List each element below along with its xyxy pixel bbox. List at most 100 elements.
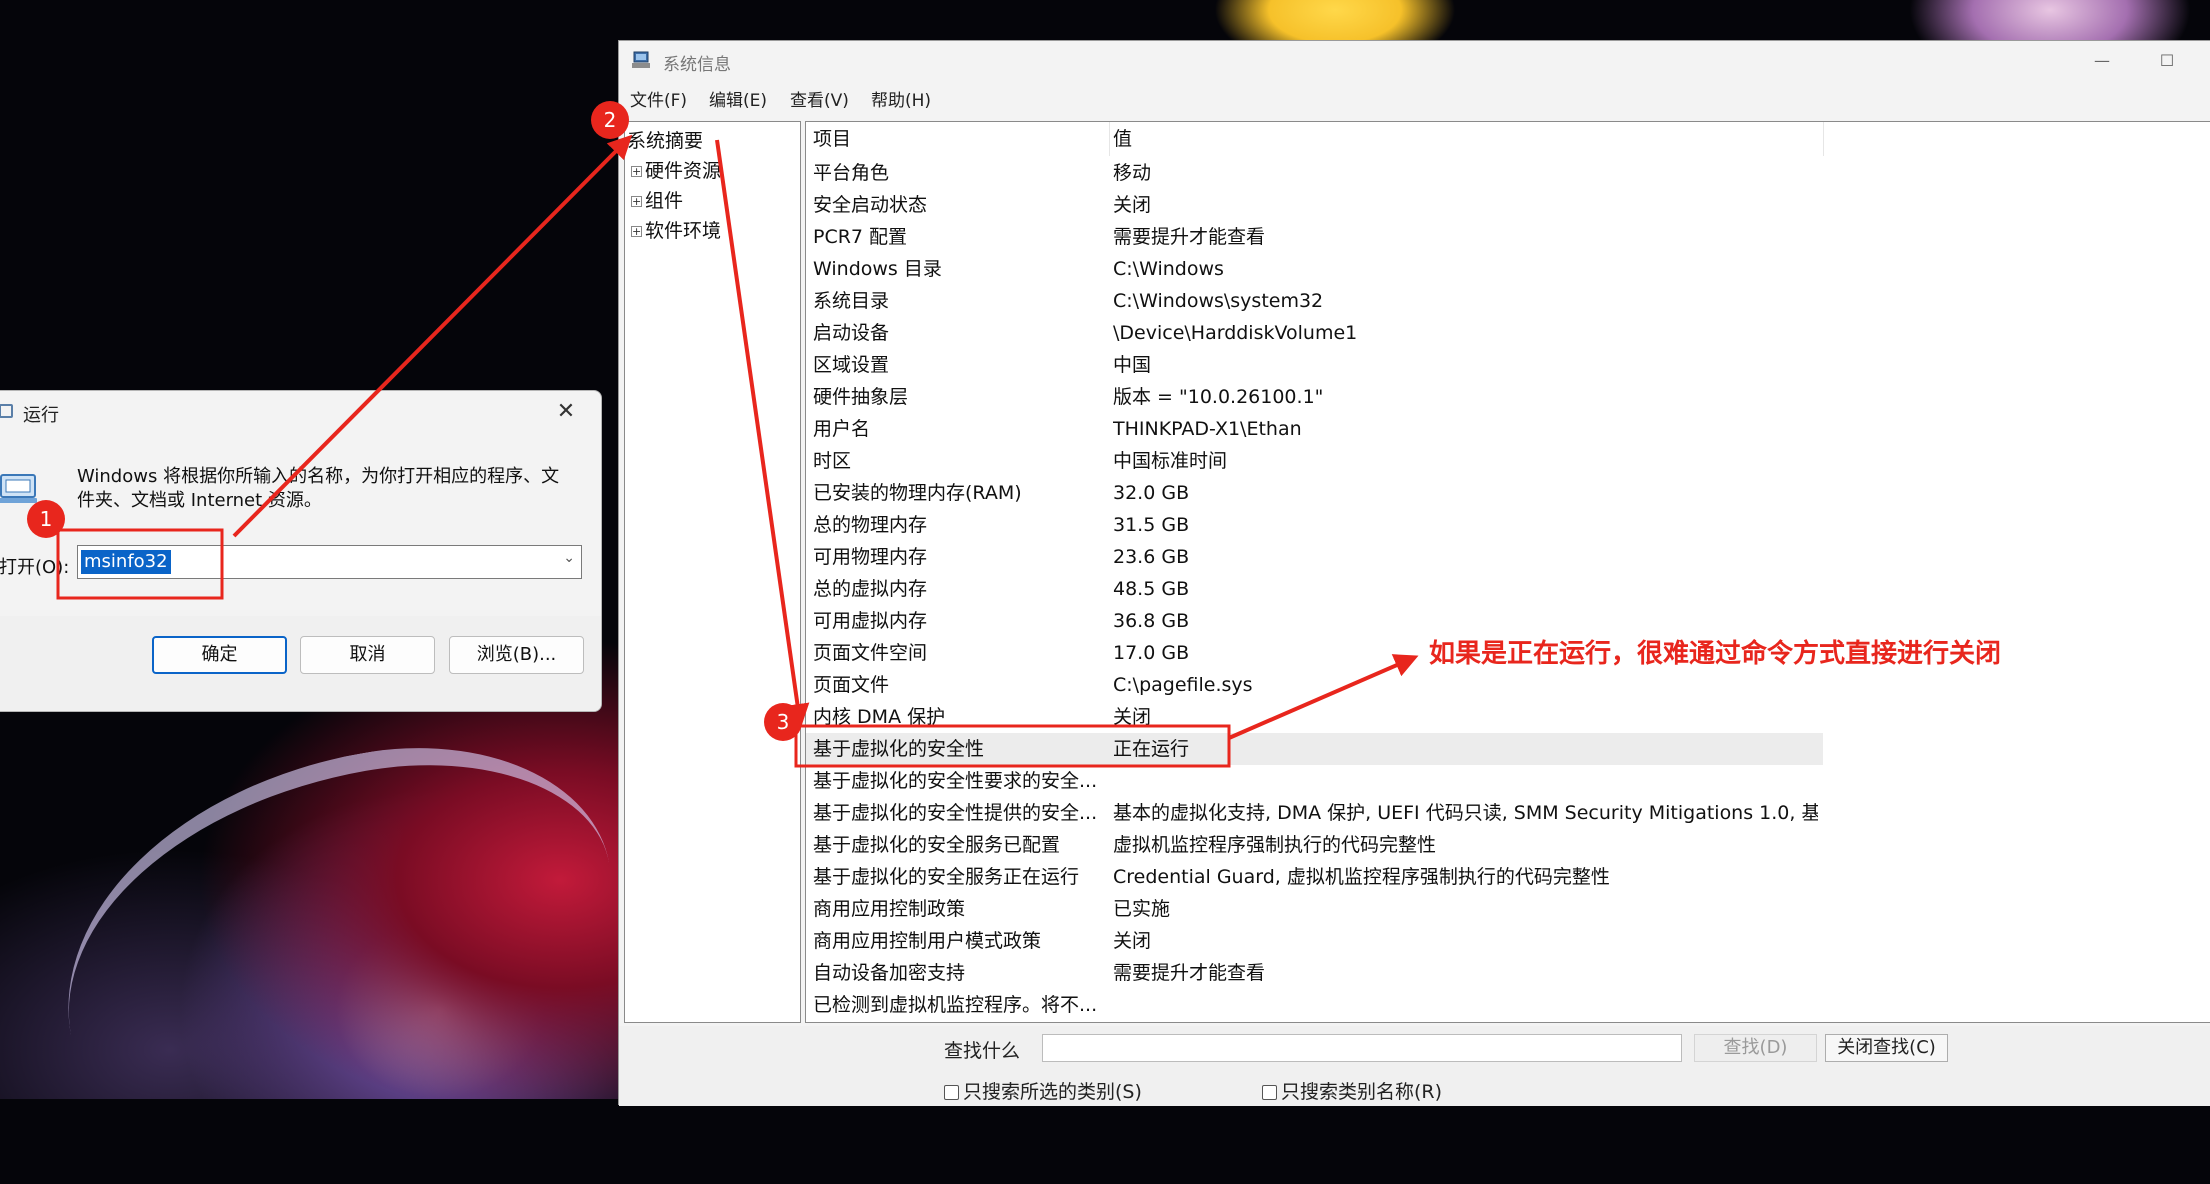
tree-item-hardware-resources[interactable]: + 硬件资源 xyxy=(631,156,721,183)
row-item-cell: 自动设备加密支持 xyxy=(813,962,966,984)
category-tree[interactable]: 系统摘要 + 硬件资源 + 组件 + 软件环境 xyxy=(624,121,801,1023)
row-item-cell: 系统目录 xyxy=(813,290,890,312)
run-command-input[interactable]: msinfo32 ⌄ xyxy=(77,545,582,579)
table-row[interactable]: 基于虚拟化的安全性要求的安全... xyxy=(806,765,1823,797)
row-item-cell: 平台角色 xyxy=(813,162,890,184)
expand-plus-icon[interactable]: + xyxy=(631,166,642,177)
row-value-cell: 版本 = "10.0.26100.1" xyxy=(1113,386,1324,408)
row-item-cell: 已安装的物理内存(RAM) xyxy=(813,482,1022,504)
table-row[interactable]: 基于虚拟化的安全服务已配置 虚拟机监控程序强制执行的代码完整性 xyxy=(806,829,1823,861)
row-value-cell: Credential Guard, 虚拟机监控程序强制执行的代码完整性 xyxy=(1113,866,1610,888)
tree-item-system-summary[interactable]: 系统摘要 xyxy=(627,126,703,153)
row-item-cell: 时区 xyxy=(813,450,852,472)
row-item-cell: 基于虚拟化的安全服务正在运行 xyxy=(813,866,1080,888)
row-value-cell: 31.5 GB xyxy=(1113,514,1190,536)
tree-item-software-environment[interactable]: + 软件环境 xyxy=(631,216,721,243)
table-row[interactable]: 页面文件 C:\pagefile.sys xyxy=(806,669,1823,701)
row-value-cell: \Device\HarddiskVolume1 xyxy=(1113,322,1358,344)
table-row[interactable]: 用户名 THINKPAD-X1\Ethan xyxy=(806,413,1823,445)
table-row[interactable]: 基于虚拟化的安全性提供的安全... 基本的虚拟化支持, DMA 保护, UEFI … xyxy=(806,797,1823,829)
system-info-app-icon xyxy=(632,51,650,68)
row-value-cell: C:\pagefile.sys xyxy=(1113,674,1253,696)
row-item-cell: 硬件抽象层 xyxy=(813,386,909,408)
find-what-input[interactable] xyxy=(1042,1034,1682,1062)
menu-help[interactable]: 帮助(H) xyxy=(871,86,931,111)
table-row[interactable]: 已检测到虚拟机监控程序。将不... xyxy=(806,989,1823,1021)
table-row[interactable]: 启动设备 \Device\HarddiskVolume1 xyxy=(806,317,1823,349)
column-divider[interactable] xyxy=(1823,122,1824,156)
minimize-button[interactable]: — xyxy=(2084,47,2120,75)
table-row[interactable]: Windows 目录 C:\Windows xyxy=(806,253,1823,285)
table-row[interactable]: 总的虚拟内存 48.5 GB xyxy=(806,573,1823,605)
table-row[interactable]: 已安装的物理内存(RAM) 32.0 GB xyxy=(806,477,1823,509)
title-bar[interactable]: 系统信息 — ☐ xyxy=(619,41,2210,81)
checkbox-box[interactable] xyxy=(1262,1085,1277,1100)
close-find-button[interactable]: 关闭查找(C) xyxy=(1825,1034,1948,1062)
search-selected-category-checkbox[interactable]: 只搜索所选的类别(S) xyxy=(944,1077,1142,1104)
row-item-cell: 商用应用控制政策 xyxy=(813,898,966,920)
details-list[interactable]: 项目 值 平台角色 移动 安全启动状态 关闭 PCR7 配置 需要提升才能查看 Window… xyxy=(805,121,2210,1023)
table-row[interactable]: 可用物理内存 23.6 GB xyxy=(806,541,1823,573)
expand-plus-icon[interactable]: + xyxy=(631,196,642,207)
row-value-cell: 关闭 xyxy=(1113,930,1152,952)
row-value-cell: 基本的虚拟化支持, DMA 保护, UEFI 代码只读, SMM Securit… xyxy=(1113,802,1818,824)
table-row[interactable]: PCR7 配置 需要提升才能查看 xyxy=(806,221,1823,253)
table-row[interactable]: 商用应用控制用户模式政策 关闭 xyxy=(806,925,1823,957)
table-row[interactable]: 内核 DMA 保护 关闭 xyxy=(806,701,1823,733)
run-title-icon xyxy=(0,404,13,418)
row-value-cell: 需要提升才能查看 xyxy=(1113,962,1266,984)
row-item-cell: 可用物理内存 xyxy=(813,546,928,568)
table-row[interactable]: 基于虚拟化的安全服务正在运行 Credential Guard, 虚拟机监控程序强… xyxy=(806,861,1823,893)
find-button[interactable]: 查找(D) xyxy=(1694,1034,1817,1062)
find-bar: 查找什么 查找(D) 关闭查找(C) 只搜索所选的类别(S) 只搜索类别名称(R… xyxy=(619,1026,2210,1106)
column-header-value[interactable]: 值 xyxy=(1106,122,1824,156)
row-item-cell: 页面文件空间 xyxy=(813,642,928,664)
row-value-cell: 23.6 GB xyxy=(1113,546,1190,568)
row-value-cell: 中国 xyxy=(1113,354,1152,376)
table-row[interactable]: 总的物理内存 31.5 GB xyxy=(806,509,1823,541)
menu-file[interactable]: 文件(F) xyxy=(630,86,687,111)
checkbox-box[interactable] xyxy=(944,1085,959,1100)
close-icon[interactable]: ✕ xyxy=(546,395,586,429)
table-row[interactable]: 区域设置 中国 xyxy=(806,349,1823,381)
tree-item-label: 系统摘要 xyxy=(627,130,704,152)
run-command-text[interactable]: msinfo32 xyxy=(81,550,171,574)
run-program-icon xyxy=(0,474,37,503)
row-item-cell: 页面文件 xyxy=(813,674,890,696)
row-value-cell: 移动 xyxy=(1113,162,1152,184)
column-header-item[interactable]: 项目 xyxy=(806,122,1109,156)
table-row[interactable]: 硬件抽象层 版本 = "10.0.26100.1" xyxy=(806,381,1823,413)
browse-button[interactable]: 浏览(B)... xyxy=(449,636,584,674)
ok-button[interactable]: 确定 xyxy=(152,636,287,674)
row-value-cell: 需要提升才能查看 xyxy=(1113,226,1266,248)
tree-item-components[interactable]: + 组件 xyxy=(631,186,683,213)
row-item-cell: PCR7 配置 xyxy=(813,226,908,248)
row-item-cell: 基于虚拟化的安全性提供的安全... xyxy=(813,802,1098,824)
row-value-cell: 32.0 GB xyxy=(1113,482,1190,504)
table-row[interactable]: 商用应用控制政策 已实施 xyxy=(806,893,1823,925)
cancel-button[interactable]: 取消 xyxy=(300,636,435,674)
table-row[interactable]: 安全启动状态 关闭 xyxy=(806,189,1823,221)
row-item-cell: 可用虚拟内存 xyxy=(813,610,928,632)
table-row[interactable]: 时区 中国标准时间 xyxy=(806,445,1823,477)
maximize-button[interactable]: ☐ xyxy=(2149,47,2185,75)
search-category-names-checkbox[interactable]: 只搜索类别名称(R) xyxy=(1262,1077,1442,1104)
expand-plus-icon[interactable]: + xyxy=(631,226,642,237)
menu-view[interactable]: 查看(V) xyxy=(790,86,849,111)
run-dialog: 运行 ✕ Windows 将根据你所输入的名称，为你打开相应的程序、文件夹、文档… xyxy=(0,390,602,712)
tree-item-label: 硬件资源 xyxy=(645,160,722,182)
row-item-cell: 用户名 xyxy=(813,418,871,440)
row-value-cell: 虚拟机监控程序强制执行的代码完整性 xyxy=(1113,834,1437,856)
run-dialog-title: 运行 xyxy=(23,405,59,426)
tree-item-label: 软件环境 xyxy=(645,220,722,242)
open-label: 打开(O): xyxy=(0,557,70,578)
table-row[interactable]: 基于虚拟化的安全性 正在运行 xyxy=(806,733,1823,765)
chevron-down-icon[interactable]: ⌄ xyxy=(563,550,575,566)
table-row[interactable]: 系统目录 C:\Windows\system32 xyxy=(806,285,1823,317)
menu-edit[interactable]: 编辑(E) xyxy=(709,86,767,111)
wallpaper-swoosh xyxy=(31,714,649,1184)
window-title: 系统信息 xyxy=(663,55,731,75)
row-value-cell: 正在运行 xyxy=(1113,738,1190,760)
table-row[interactable]: 平台角色 移动 xyxy=(806,157,1823,189)
table-row[interactable]: 自动设备加密支持 需要提升才能查看 xyxy=(806,957,1823,989)
